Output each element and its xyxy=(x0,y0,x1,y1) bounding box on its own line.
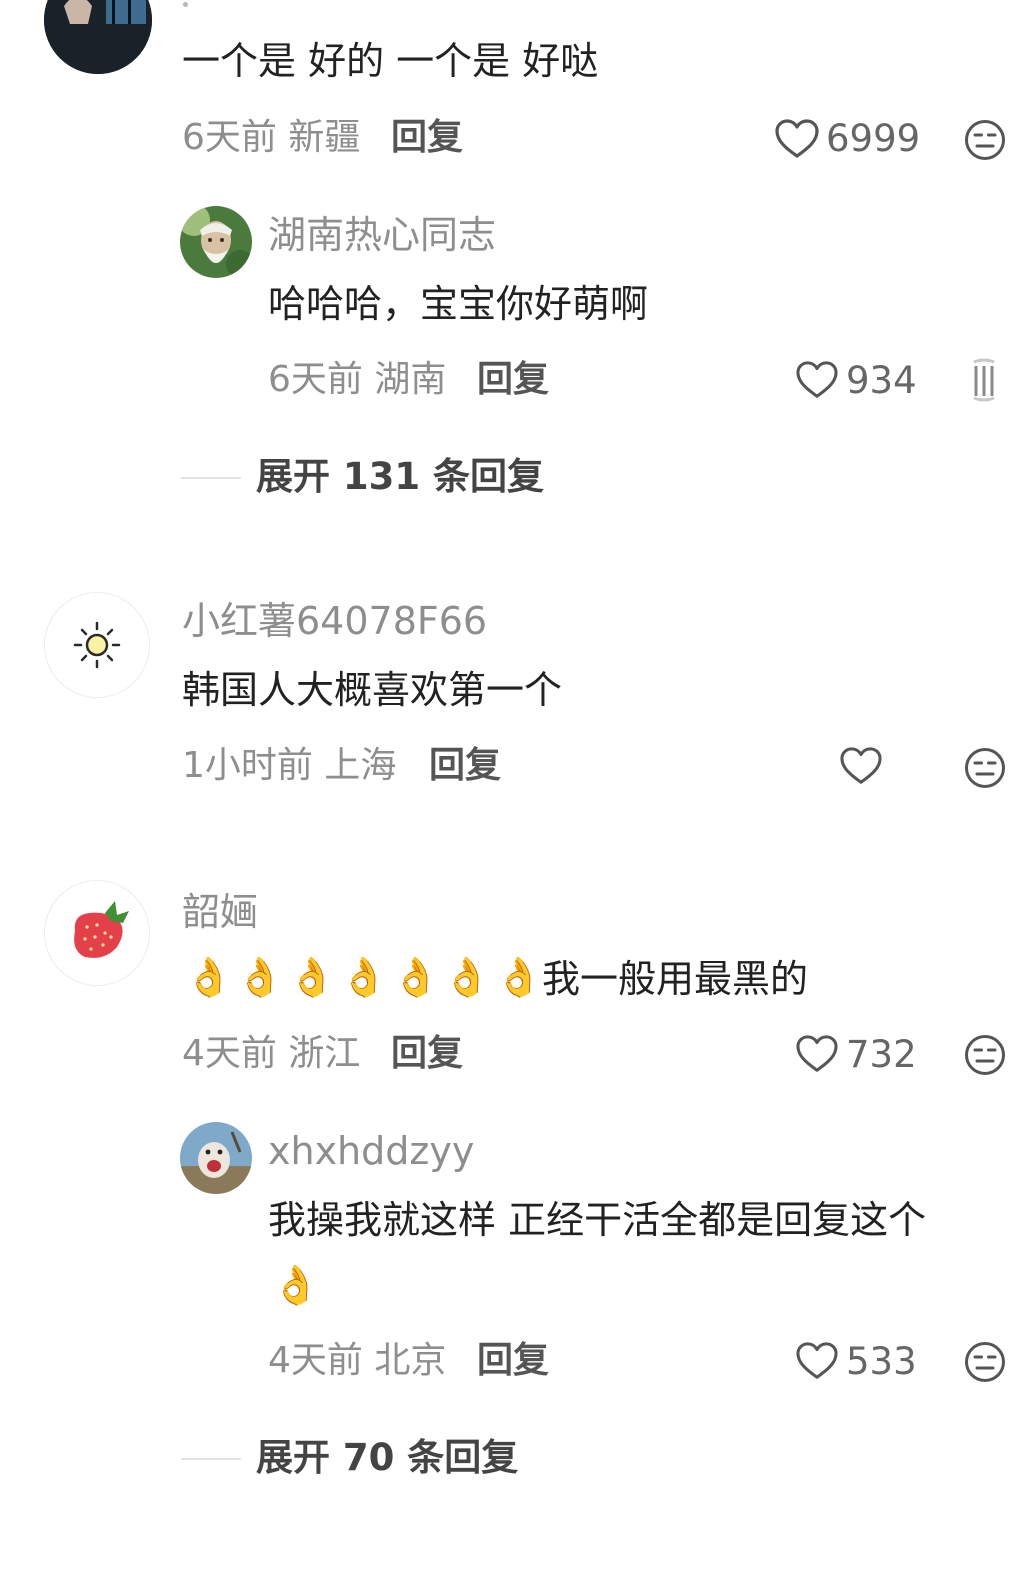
heart-icon xyxy=(796,361,838,398)
reply-button[interactable]: 回复 xyxy=(477,1343,549,1379)
avatar-reply-2[interactable] xyxy=(180,1122,252,1194)
dislike-button[interactable] xyxy=(963,1033,1007,1081)
avatar-comment-1[interactable] xyxy=(44,0,152,74)
reply-username[interactable]: xhxhddzyy xyxy=(268,1132,474,1170)
sun-avatar-icon xyxy=(73,621,121,669)
comment-location: 上海 xyxy=(324,745,397,786)
like-button[interactable] xyxy=(839,746,883,790)
reply-location: 北京 xyxy=(374,1340,447,1381)
heart-icon xyxy=(775,119,819,158)
dislike-button[interactable] xyxy=(963,746,1007,794)
like-count: 533 xyxy=(846,1340,917,1383)
avatar-reply-1[interactable] xyxy=(180,206,252,278)
reply-meta: 4天前 北京 xyxy=(268,1343,446,1379)
reply-time: 6天前 xyxy=(268,359,363,400)
comment-time: 4天前 xyxy=(182,1033,277,1074)
comment-meta: 6天前 新疆 xyxy=(182,120,360,156)
like-button[interactable] xyxy=(795,1034,839,1078)
reply-text: 哈哈哈，宝宝你好萌啊 xyxy=(268,282,649,326)
like-count: 934 xyxy=(846,359,917,402)
ok-hand-emoji: 👌 xyxy=(272,1263,320,1307)
partial-meh-face-icon xyxy=(973,358,995,402)
comment-time: 1小时前 xyxy=(182,745,313,786)
comment-text: 韩国人大概喜欢第一个 xyxy=(182,668,563,712)
reply-text: 我操我就这样 正经干活全都是回复这个 xyxy=(268,1198,927,1242)
reply-meta: 6天前 湖南 xyxy=(268,362,446,398)
like-count: 6999 xyxy=(826,117,921,160)
ok-hand-emoji: 👌 xyxy=(288,955,336,999)
reply-location: 湖南 xyxy=(374,359,447,400)
meh-face-icon xyxy=(965,748,1005,788)
expand-divider xyxy=(181,1458,241,1460)
like-button[interactable] xyxy=(795,360,839,404)
comment-username[interactable]: 韶婳 xyxy=(182,893,258,931)
avatar-comment-2[interactable] xyxy=(44,592,150,698)
ok-hand-emoji: 👌 xyxy=(340,955,388,999)
expand-divider xyxy=(181,477,241,479)
ok-hand-emoji: 👌 xyxy=(185,955,233,999)
avatar-comment-3[interactable] xyxy=(44,880,150,986)
comment-meta: 4天前 浙江 xyxy=(182,1036,360,1072)
meh-face-icon xyxy=(965,120,1005,160)
reply-time: 4天前 xyxy=(268,1340,363,1381)
reply-button[interactable]: 回复 xyxy=(391,120,463,156)
expand-replies-button[interactable]: 展开 131 条回复 xyxy=(256,458,544,495)
reply-button[interactable]: 回复 xyxy=(391,1036,463,1072)
comment-text: 一个是 好的 一个是 好哒 xyxy=(182,39,599,83)
comment-username[interactable]: 小红薯64078F66 xyxy=(182,602,487,640)
dark-photo-avatar-icon xyxy=(44,0,152,74)
dislike-button[interactable] xyxy=(963,1340,1007,1388)
old-man-avatar-icon xyxy=(180,206,252,278)
ok-hand-emoji: 👌 xyxy=(392,955,440,999)
ok-hand-emoji: 👌 xyxy=(443,955,491,999)
reply-button[interactable]: 回复 xyxy=(429,748,501,784)
heart-icon xyxy=(840,747,882,784)
expand-replies-button[interactable]: 展开 70 条回复 xyxy=(256,1439,518,1476)
like-button[interactable] xyxy=(774,118,820,164)
animal-photo-avatar-icon xyxy=(180,1122,252,1194)
meh-face-icon xyxy=(965,1342,1005,1382)
ok-hand-emoji: 👌 xyxy=(495,955,543,999)
comment-location: 浙江 xyxy=(288,1033,361,1074)
heart-icon xyxy=(796,1035,838,1072)
dislike-button[interactable] xyxy=(970,356,1000,408)
truncated-username-dot xyxy=(183,2,188,7)
like-count: 732 xyxy=(846,1033,917,1076)
reply-button[interactable]: 回复 xyxy=(477,362,549,398)
dislike-button[interactable] xyxy=(963,118,1007,166)
ok-hand-emoji: 👌 xyxy=(236,955,284,999)
like-button[interactable] xyxy=(795,1341,839,1385)
strawberry-avatar-icon xyxy=(74,901,129,958)
meh-face-icon xyxy=(965,1035,1005,1075)
heart-icon xyxy=(796,1342,838,1379)
reply-username[interactable]: 湖南热心同志 xyxy=(268,216,496,254)
comment-location: 新疆 xyxy=(288,117,361,158)
comment-time: 6天前 xyxy=(182,117,277,158)
comment-meta: 1小时前 上海 xyxy=(182,748,396,784)
comment-text: 我一般用最黑的 xyxy=(542,957,809,1001)
